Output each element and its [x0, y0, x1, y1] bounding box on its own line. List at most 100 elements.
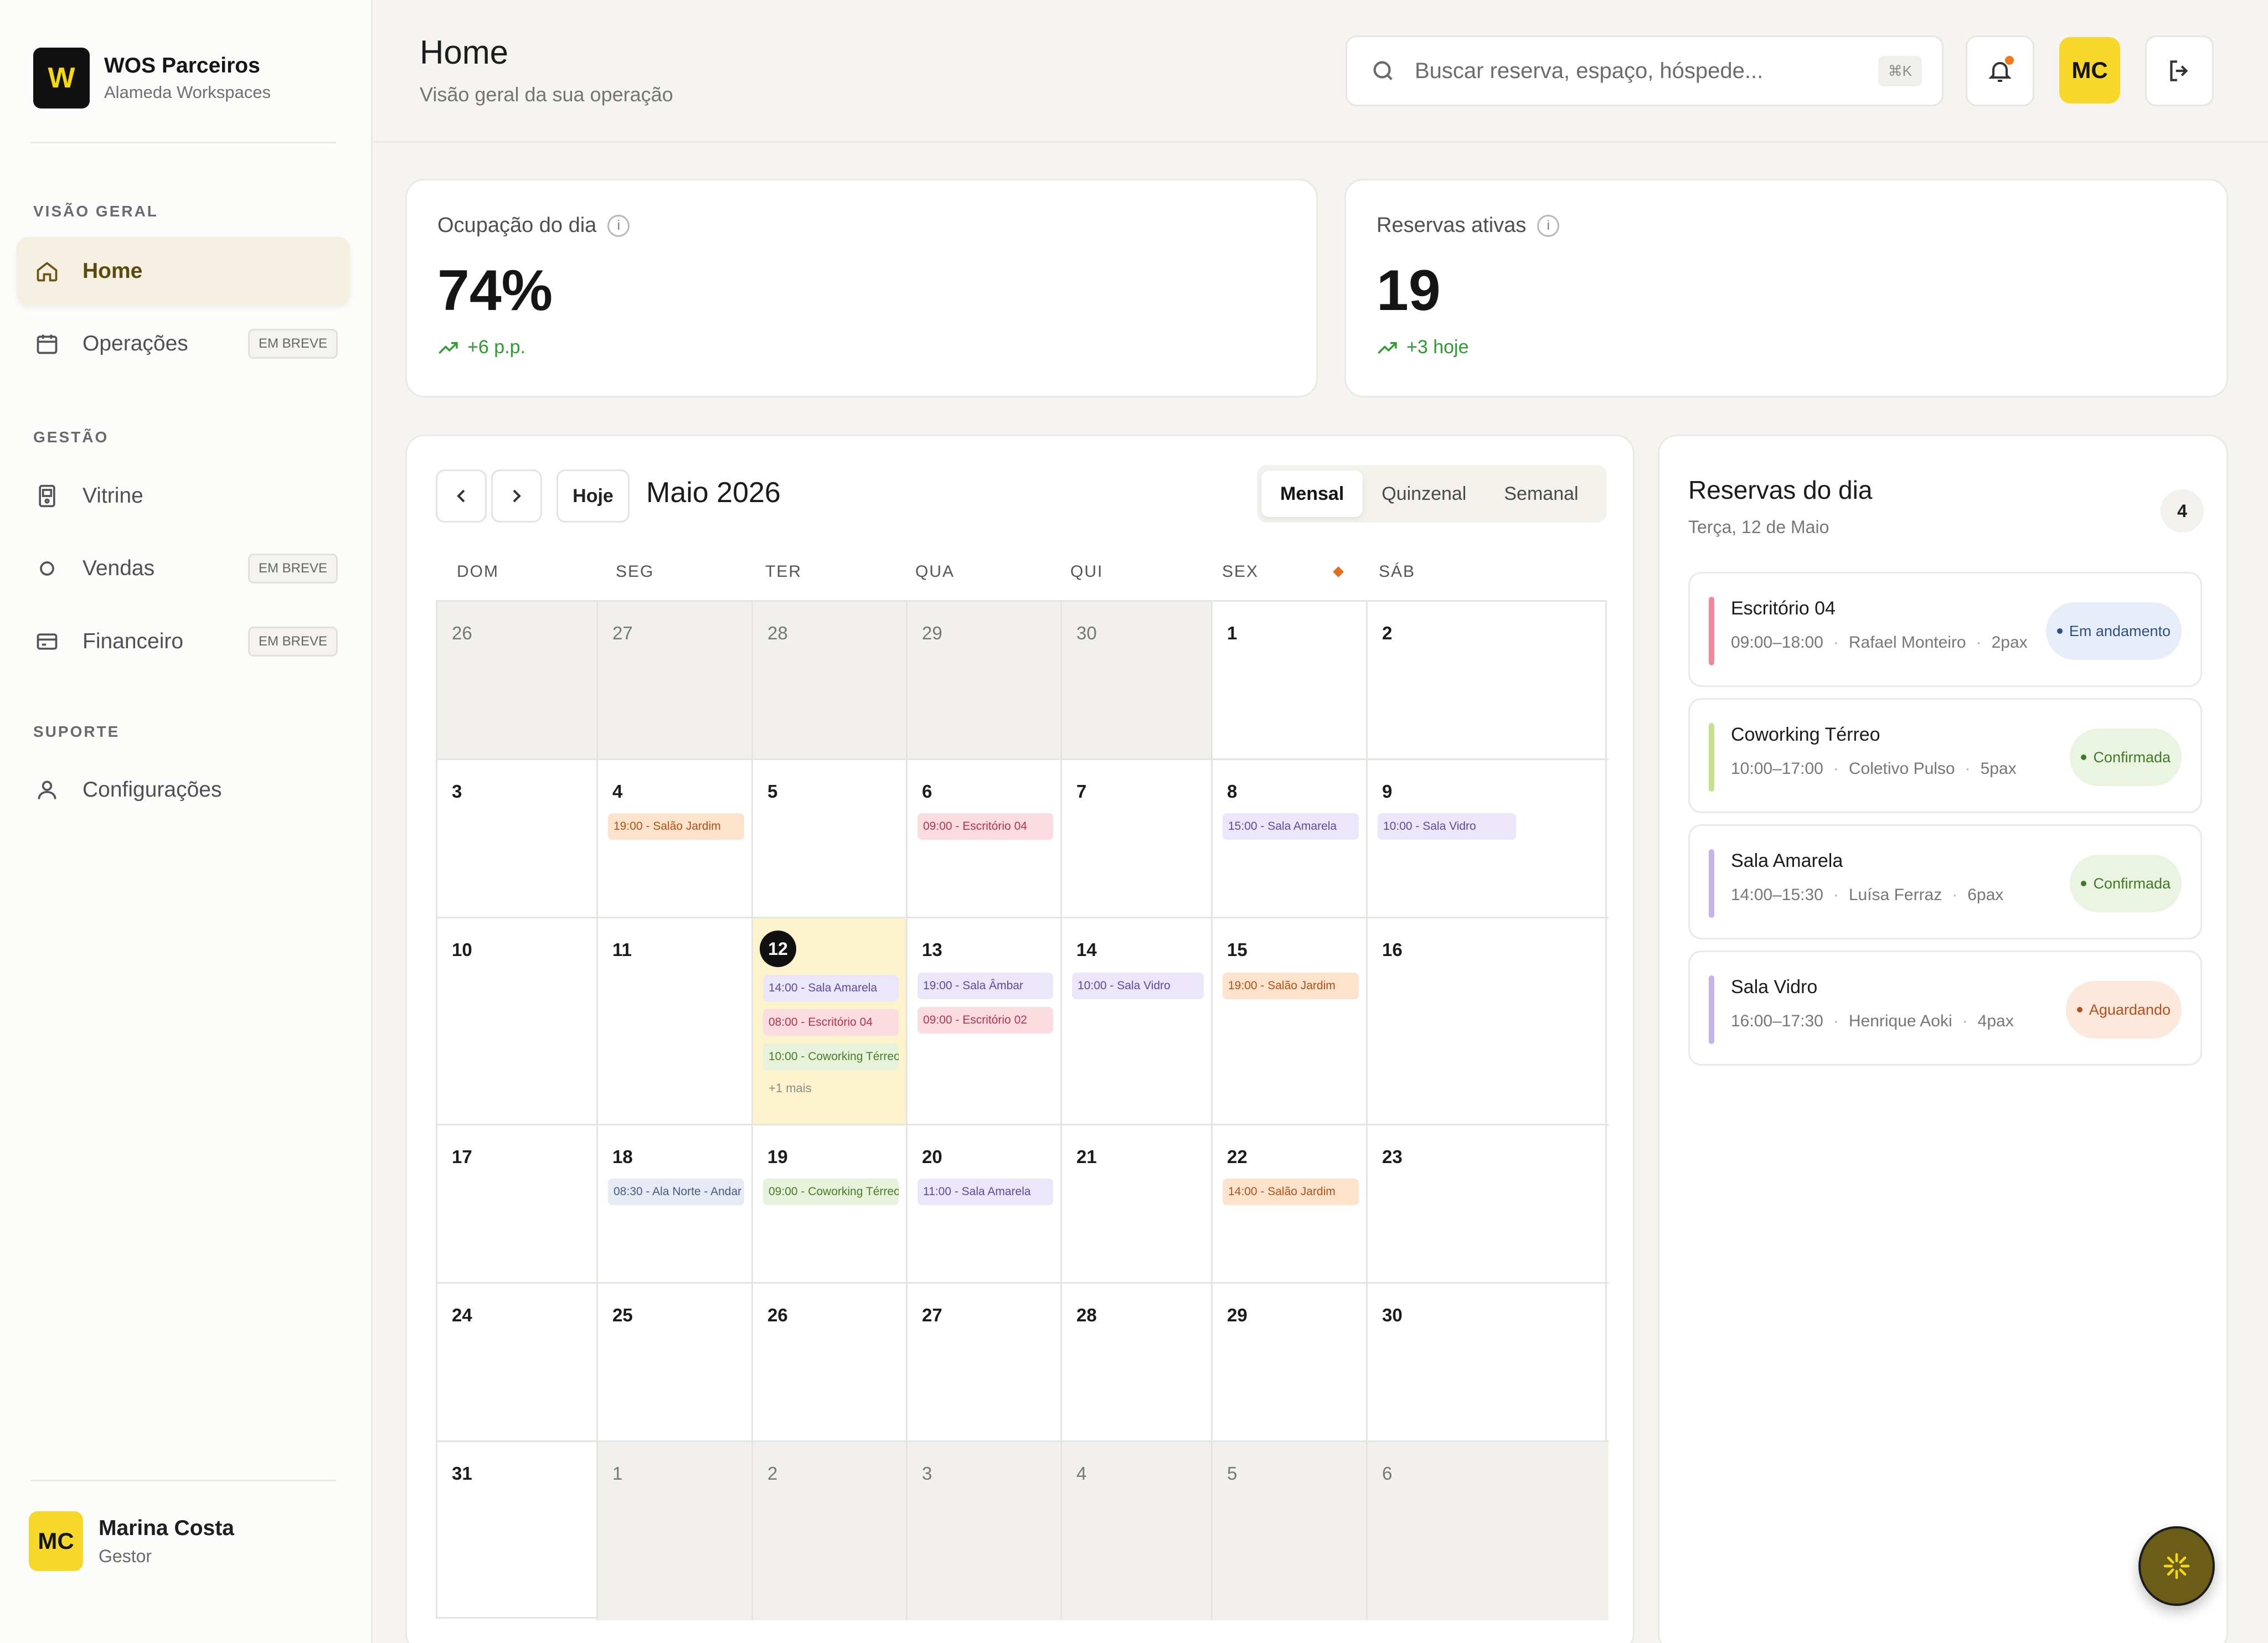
calendar-day[interactable]: 6 09:00 - Escritório 04: [908, 760, 1062, 918]
reservation-name: Coworking Térreo: [1731, 724, 1880, 745]
view-option-quinzenal[interactable]: Quinzenal: [1363, 471, 1485, 517]
reservation-pax: 5pax: [1980, 760, 2017, 778]
calendar-day[interactable]: 17: [437, 1125, 598, 1284]
calendar-event[interactable]: 14:00 - Sala Amarela: [763, 975, 899, 1001]
next-month-button[interactable]: [491, 469, 542, 523]
search-box[interactable]: ⌘K: [1346, 35, 1944, 106]
calendar-day[interactable]: 3: [908, 1442, 1062, 1620]
sidebar-item-label: Configurações: [83, 778, 222, 802]
day-number: 9: [1382, 781, 1393, 802]
calendar-event[interactable]: 11:00 - Sala Amarela: [917, 1179, 1053, 1205]
calendar-day[interactable]: 30: [1368, 1284, 1609, 1442]
calendar-day[interactable]: 24: [437, 1284, 598, 1442]
sidebar-item-financeiro[interactable]: Financeiro EM BREVE: [17, 607, 350, 676]
calendar-day[interactable]: 29: [1213, 1284, 1368, 1442]
calendar-day[interactable]: 13 19:00 - Sala Âmbar 09:00 - Escritório 0…: [908, 918, 1062, 1125]
calendar-day[interactable]: 11: [598, 918, 753, 1125]
today-button[interactable]: Hoje: [556, 469, 630, 523]
calendar-day[interactable]: 1: [598, 1442, 753, 1620]
meta-separator: ·: [1952, 886, 1958, 904]
calendar-day[interactable]: 16: [1368, 918, 1609, 1125]
calendar-day[interactable]: 7: [1062, 760, 1213, 918]
calendar-day[interactable]: 15 19:00 - Salão Jardim: [1213, 918, 1368, 1125]
calendar-day[interactable]: 10: [437, 918, 598, 1125]
reservation-item[interactable]: Escritório 04 09:00–18:00 · Rafael Monteiro…: [1688, 572, 2202, 687]
reservation-item[interactable]: Sala Amarela 14:00–15:30 · Luísa Ferraz · 6pa…: [1688, 824, 2202, 939]
calendar-day-today[interactable]: 12 14:00 - Sala Amarela 08:00 - Escritório…: [753, 918, 908, 1125]
calendar-day[interactable]: 5: [753, 760, 908, 918]
calendar-day[interactable]: 19 09:00 - Coworking Térreo: [753, 1125, 908, 1284]
calendar-event[interactable]: 14:00 - Salão Jardim: [1223, 1179, 1359, 1205]
calendar-day[interactable]: 27: [598, 602, 753, 760]
calendar-event[interactable]: 10:00 - Sala Vidro: [1378, 813, 1516, 840]
calendar-event[interactable]: 19:00 - Salão Jardim: [608, 813, 744, 840]
calendar-day[interactable]: 4 19:00 - Salão Jardim: [598, 760, 753, 918]
calendar-day[interactable]: 2: [753, 1442, 908, 1620]
calendar-day[interactable]: 2: [1368, 602, 1609, 760]
day-number: 4: [612, 781, 623, 802]
info-icon[interactable]: i: [607, 214, 630, 237]
calendar-day[interactable]: 25: [598, 1284, 753, 1442]
weekday-label: DOM: [457, 562, 499, 581]
sidebar-item-configuracoes[interactable]: Configurações: [17, 756, 350, 824]
reservation-guest: Henrique Aoki: [1848, 1012, 1952, 1030]
calendar-day[interactable]: 1: [1213, 602, 1368, 760]
sidebar-item-operacoes[interactable]: Operações EM BREVE: [17, 309, 350, 378]
calendar-day[interactable]: 8 15:00 - Sala Amarela: [1213, 760, 1368, 918]
calendar-day[interactable]: 20 11:00 - Sala Amarela: [908, 1125, 1062, 1284]
calendar-day[interactable]: 26: [437, 602, 598, 760]
sidebar-item-label: Vitrine: [83, 484, 143, 508]
user-profile[interactable]: MC Marina Costa Gestor: [29, 1511, 234, 1571]
status-badge: Confirmada: [2070, 728, 2182, 786]
more-events-link[interactable]: +1 mais: [769, 1081, 812, 1096]
page-title: Home: [420, 34, 509, 71]
calendar-event[interactable]: 09:00 - Escritório 04: [917, 813, 1053, 840]
calendar-day[interactable]: 29: [908, 602, 1062, 760]
info-icon[interactable]: i: [1537, 214, 1560, 237]
calendar-day[interactable]: 6: [1368, 1442, 1609, 1620]
notifications-button[interactable]: [1966, 35, 2034, 106]
calendar-day[interactable]: 9 10:00 - Sala Vidro: [1368, 760, 1609, 918]
day-number: 5: [767, 781, 778, 802]
calendar-event[interactable]: 08:30 - Ala Norte - Andar 5: [608, 1179, 744, 1205]
calendar-day[interactable]: 26: [753, 1284, 908, 1442]
reservation-item[interactable]: Sala Vidro 16:00–17:30 · Henrique Aoki · 4pax…: [1688, 950, 2202, 1066]
calendar-day[interactable]: 30: [1062, 602, 1213, 760]
sidebar-item-home[interactable]: Home: [17, 237, 350, 306]
calendar-day[interactable]: 21: [1062, 1125, 1213, 1284]
calendar-event[interactable]: 09:00 - Escritório 02: [917, 1007, 1053, 1034]
view-option-mensal[interactable]: Mensal: [1261, 471, 1363, 517]
sidebar-item-vendas[interactable]: Vendas EM BREVE: [17, 534, 350, 603]
day-number: 22: [1227, 1146, 1248, 1167]
search-input[interactable]: [1415, 58, 1847, 84]
logout-button[interactable]: [2145, 35, 2214, 106]
calendar-event[interactable]: 10:00 - Sala Vidro: [1072, 973, 1204, 999]
view-option-semanal[interactable]: Semanal: [1485, 471, 1597, 517]
calendar-day[interactable]: 27: [908, 1284, 1062, 1442]
section-label-management: GESTÃO: [33, 428, 109, 446]
status-badge: Aguardando: [2065, 981, 2182, 1038]
calendar-event[interactable]: 19:00 - Sala Âmbar: [917, 973, 1053, 999]
calendar-event[interactable]: 09:00 - Coworking Térreo: [763, 1179, 899, 1205]
calendar-event[interactable]: 19:00 - Salão Jardim: [1223, 973, 1359, 999]
calendar-day[interactable]: 31: [437, 1442, 598, 1620]
calendar-day[interactable]: 23: [1368, 1125, 1609, 1284]
calendar-event[interactable]: 10:00 - Coworking Térreo: [763, 1043, 899, 1070]
calendar-day[interactable]: 3: [437, 760, 598, 918]
reservation-item[interactable]: Coworking Térreo 10:00–17:00 · Coletivo Pul…: [1688, 698, 2202, 813]
calendar-day[interactable]: 28: [1062, 1284, 1213, 1442]
calendar-day[interactable]: 28: [753, 602, 908, 760]
brand[interactable]: W WOS Parceiros Alameda Workspaces: [33, 48, 271, 108]
calendar-day[interactable]: 22 14:00 - Salão Jardim: [1213, 1125, 1368, 1284]
prev-month-button[interactable]: [436, 469, 487, 523]
calendar-day[interactable]: 5: [1213, 1442, 1368, 1620]
user-icon: [35, 778, 59, 802]
sidebar-item-vitrine[interactable]: Vitrine: [17, 462, 350, 530]
calendar-event[interactable]: 15:00 - Sala Amarela: [1223, 813, 1359, 840]
calendar-event[interactable]: 08:00 - Escritório 04: [763, 1009, 899, 1036]
assistant-fab[interactable]: [2138, 1526, 2215, 1606]
calendar-day[interactable]: 14 10:00 - Sala Vidro: [1062, 918, 1213, 1125]
calendar-day[interactable]: 4: [1062, 1442, 1213, 1620]
calendar-day[interactable]: 18 08:30 - Ala Norte - Andar 5: [598, 1125, 753, 1284]
header-avatar[interactable]: MC: [2059, 37, 2120, 104]
